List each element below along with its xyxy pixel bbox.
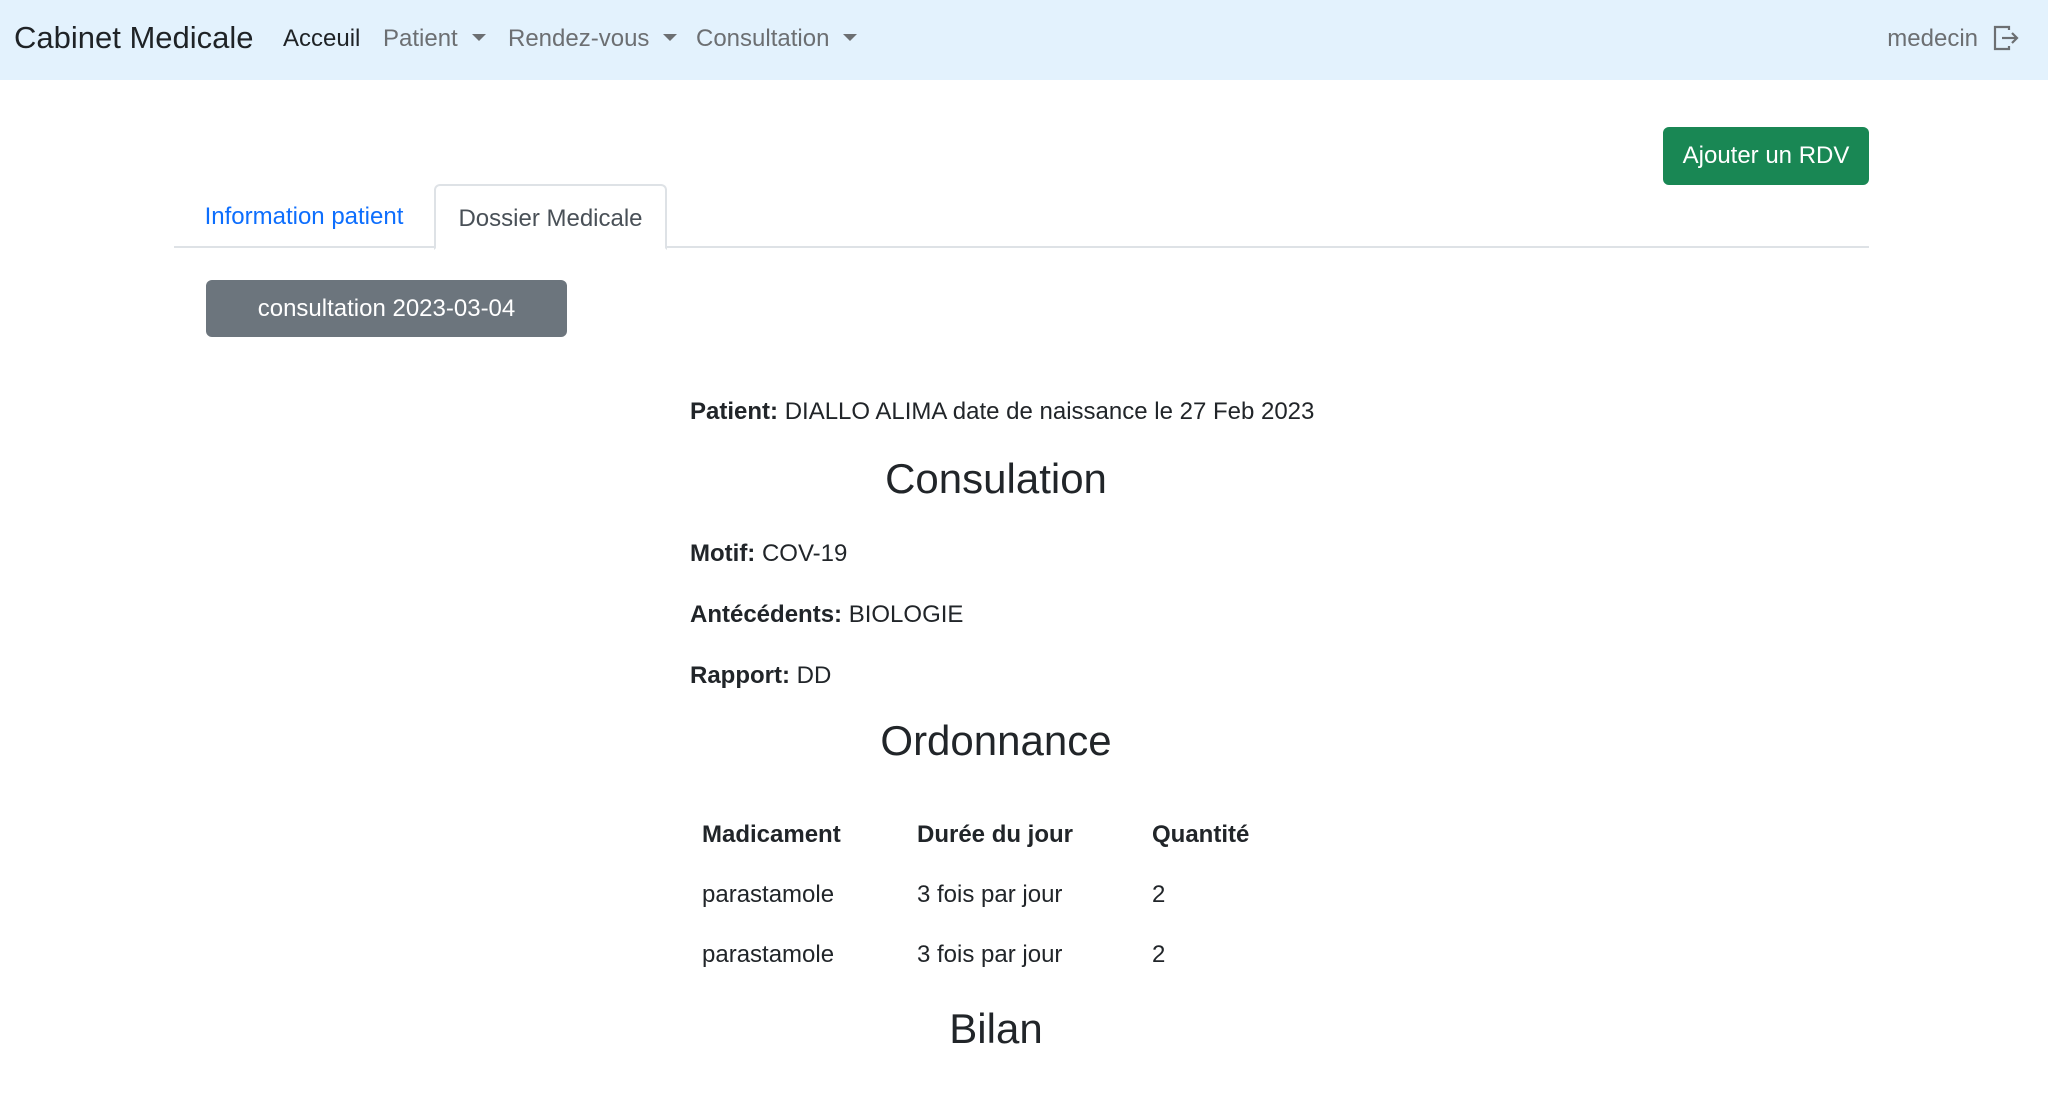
antecedents-line: Antécédents: BIOLOGIE — [690, 601, 963, 629]
rapport-label: Rapport: — [690, 662, 790, 689]
rapport-value: DD — [796, 662, 832, 689]
antecedents-label: Antécédents: — [690, 601, 843, 628]
consultation-title: Consulation — [885, 455, 1107, 502]
user-menu[interactable]: medecin — [1887, 25, 1978, 53]
motif-line: Motif: COV-19 — [690, 540, 847, 568]
nav-patient-label: Patient — [383, 25, 458, 52]
nav-patient-dropdown[interactable]: Patient — [383, 25, 486, 53]
table-cell: 3 fois par jour — [917, 881, 1063, 908]
column-header: Madicament — [702, 821, 841, 848]
column-header: Durée du jour — [917, 821, 1074, 848]
logout-icon[interactable] — [1992, 24, 2020, 52]
rapport-line: Rapport: DD — [690, 662, 831, 690]
table-header-row: Madicament Durée du jour Quantité — [690, 805, 1280, 865]
patient-info: Patient: DIALLO ALIMA date de naissance … — [690, 398, 1314, 426]
navbar: Cabinet Medicale Acceuil Patient Rendez-… — [0, 0, 2048, 80]
chevron-down-icon — [471, 34, 486, 41]
consultation-button[interactable]: consultation 2023-03-04 — [206, 280, 567, 337]
table-cell: 2 — [1152, 881, 1166, 908]
column-header: Quantité — [1152, 821, 1250, 848]
tab-bar: Information patient Dossier Medicale — [174, 184, 1869, 250]
tab-information-patient[interactable]: Information patient — [174, 184, 434, 248]
bilan-title: Bilan — [949, 1005, 1043, 1052]
ordonnance-title: Ordonnance — [880, 717, 1112, 764]
nav-consultation-label: Consultation — [696, 25, 830, 52]
nav-acceuil[interactable]: Acceuil — [283, 25, 360, 53]
nav-acceuil-label: Acceuil — [283, 25, 361, 52]
tab-dossier-medicale[interactable]: Dossier Medicale — [434, 184, 667, 250]
add-rdv-button[interactable]: Ajouter un RDV — [1663, 127, 1869, 185]
antecedents-value: BIOLOGIE — [848, 601, 964, 628]
nav-rendez-vous-label: Rendez-vous — [508, 25, 650, 52]
chevron-down-icon — [663, 34, 678, 41]
table-cell: 3 fois par jour — [917, 941, 1063, 968]
brand[interactable]: Cabinet Medicale — [14, 20, 254, 56]
patient-value: DIALLO ALIMA date de naissance le 27 Feb… — [784, 398, 1315, 425]
motif-value: COV-19 — [761, 540, 848, 567]
table-cell: parastamole — [702, 881, 835, 908]
nav-consultation-dropdown[interactable]: Consultation — [696, 25, 858, 53]
table-cell: parastamole — [702, 941, 835, 968]
table-row: parastamole 3 fois par jour 2 — [690, 925, 1280, 985]
table-cell: 2 — [1152, 941, 1166, 968]
ordonnance-table: Madicament Durée du jour Quantité parast… — [690, 805, 1280, 985]
nav-rendez-vous-dropdown[interactable]: Rendez-vous — [508, 25, 678, 53]
motif-label: Motif: — [690, 540, 756, 567]
chevron-down-icon — [843, 34, 858, 41]
patient-label: Patient: — [690, 398, 779, 425]
table-row: parastamole 3 fois par jour 2 — [690, 865, 1280, 925]
